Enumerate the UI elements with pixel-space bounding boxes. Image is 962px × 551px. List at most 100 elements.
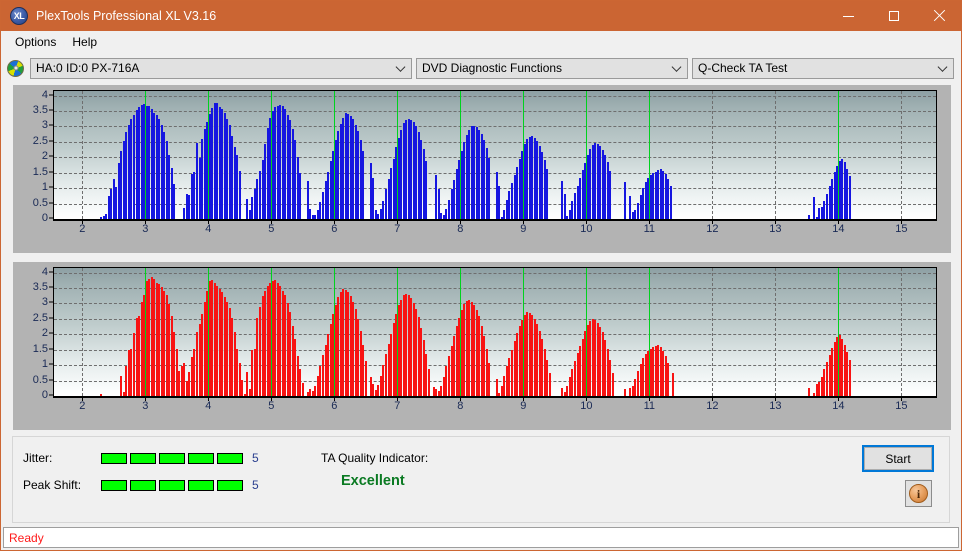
gauge-segment xyxy=(159,479,185,491)
chart-marker-line xyxy=(649,91,651,219)
x-tick-mark xyxy=(838,220,840,224)
menu-bar: Options Help xyxy=(1,31,961,53)
gauge-segment xyxy=(188,479,214,491)
application-window: XL PlexTools Professional XL V3.16 Optio… xyxy=(0,0,962,551)
chart-bar xyxy=(808,214,811,219)
gauge-segment xyxy=(217,452,243,464)
grid-line-horizontal xyxy=(54,157,936,159)
chart-marker-line xyxy=(838,91,840,219)
info-button[interactable]: i xyxy=(905,480,932,507)
x-tick-mark xyxy=(208,220,210,224)
test-select-value: Q-Check TA Test xyxy=(698,61,788,75)
chart-peak-shift: 0 0.5 1 1.5 2 2.5 3 3.5 4 2 3 4 5 6 7 8 9 10 11 12 13 14 15 xyxy=(13,262,951,430)
maximize-button[interactable] xyxy=(871,1,916,31)
close-icon xyxy=(933,10,945,22)
minimize-button[interactable] xyxy=(826,1,871,31)
grid-line-vertical xyxy=(712,268,714,396)
grid-line-vertical xyxy=(82,268,84,396)
y-tick-label: 0.5 xyxy=(32,373,48,386)
x-tick-label: 15 xyxy=(895,223,908,235)
grid-line-horizontal xyxy=(54,334,936,336)
chart-marker-line xyxy=(397,268,399,396)
test-select[interactable]: Q-Check TA Test xyxy=(692,57,954,79)
grid-line-horizontal xyxy=(54,396,936,397)
x-tick-mark xyxy=(271,397,273,401)
chart-bar xyxy=(425,161,428,219)
ta-quality-caption: TA Quality Indicator: xyxy=(321,451,429,465)
window-controls xyxy=(826,1,961,31)
x-tick-label: 9 xyxy=(520,400,527,412)
x-tick-mark xyxy=(586,397,588,401)
chart-bar xyxy=(667,362,670,396)
jitter-label: Jitter: xyxy=(23,451,53,465)
drive-select[interactable]: HA:0 ID:0 PX-716A xyxy=(30,57,412,79)
title-bar: XL PlexTools Professional XL V3.16 xyxy=(1,1,961,31)
window-title: PlexTools Professional XL V3.16 xyxy=(36,9,217,23)
gauge-segment xyxy=(101,479,127,491)
status-bar: Ready xyxy=(3,527,959,548)
x-tick-mark xyxy=(460,220,462,224)
chart-bar xyxy=(488,362,491,396)
gauge-segment xyxy=(130,452,156,464)
x-tick-label: 3 xyxy=(142,400,149,412)
chart-marker-line xyxy=(208,91,210,219)
y-tick-label: 0.5 xyxy=(32,196,48,209)
function-select-value: DVD Diagnostic Functions xyxy=(422,61,563,75)
chart-marker-line xyxy=(397,91,399,219)
grid-line-horizontal xyxy=(54,272,936,274)
maximize-icon xyxy=(888,11,899,21)
chart-bar xyxy=(609,170,612,219)
charts-area: 0 0.5 1 1.5 2 2.5 3 3.5 4 2 3 4 5 6 7 8 9 10 11 12 13 14 15 0… xyxy=(1,83,961,430)
function-select[interactable]: DVD Diagnostic Functions xyxy=(416,57,688,79)
menu-item-options[interactable]: Options xyxy=(7,33,64,51)
jitter-gauge xyxy=(101,452,243,464)
chart-marker-line xyxy=(586,91,588,219)
disc-icon xyxy=(7,59,24,77)
chart-marker-line xyxy=(523,91,525,219)
chart-peak-shift-x-axis: 2 3 4 5 6 7 8 9 10 11 12 13 14 15 xyxy=(53,397,937,418)
chart-bar xyxy=(808,387,811,396)
chart-marker-line xyxy=(838,268,840,396)
x-tick-mark xyxy=(82,220,84,224)
x-tick-label: 5 xyxy=(268,223,275,235)
chart-marker-line xyxy=(334,268,336,396)
y-tick-label: 3 xyxy=(41,119,48,132)
y-tick-label: 4 xyxy=(41,88,48,101)
y-tick-label: 1.5 xyxy=(32,165,48,178)
x-tick-mark xyxy=(901,397,903,401)
x-tick-label: 4 xyxy=(205,400,212,412)
x-tick-mark xyxy=(649,397,651,401)
gauge-segment xyxy=(130,479,156,491)
gauge-segment xyxy=(101,452,127,464)
grid-line-vertical xyxy=(901,91,903,219)
y-tick-label: 1 xyxy=(41,181,48,194)
chart-bar xyxy=(813,197,816,219)
y-tick-label: 2.5 xyxy=(32,311,48,324)
drive-select-value: HA:0 ID:0 PX-716A xyxy=(36,61,140,75)
gauge-segment xyxy=(188,452,214,464)
chart-marker-line xyxy=(649,268,651,396)
gauge-segment xyxy=(159,452,185,464)
chart-bar xyxy=(362,150,365,219)
x-tick-label: 7 xyxy=(394,400,401,412)
menu-item-help[interactable]: Help xyxy=(64,33,105,51)
x-tick-label: 8 xyxy=(457,400,464,412)
chart-marker-line xyxy=(334,91,336,219)
y-tick-label: 4 xyxy=(41,265,48,278)
close-button[interactable] xyxy=(916,1,961,31)
x-tick-label: 10 xyxy=(580,223,593,235)
grid-line-vertical xyxy=(82,91,84,219)
x-tick-label: 2 xyxy=(79,400,86,412)
x-tick-mark xyxy=(208,397,210,401)
x-tick-mark xyxy=(523,220,525,224)
chevron-down-icon xyxy=(671,62,682,72)
x-tick-mark xyxy=(775,397,777,401)
y-tick-label: 2 xyxy=(41,150,48,163)
y-tick-label: 0 xyxy=(41,212,48,224)
x-tick-mark xyxy=(145,220,147,224)
chart-marker-line xyxy=(271,91,273,219)
start-button[interactable]: Start xyxy=(862,445,934,472)
x-tick-label: 11 xyxy=(643,400,656,412)
peak-shift-gauge xyxy=(101,479,243,491)
x-tick-mark xyxy=(775,220,777,224)
